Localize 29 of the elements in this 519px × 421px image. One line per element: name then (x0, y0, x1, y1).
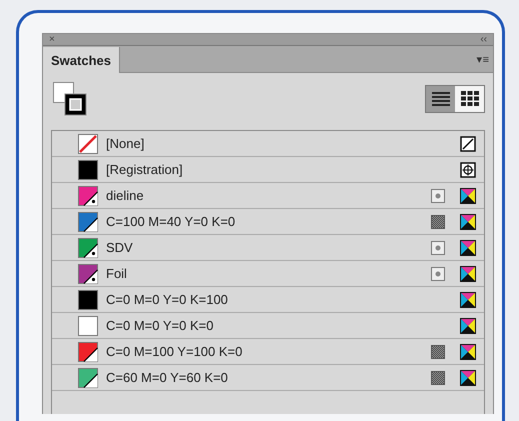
swatch-row[interactable]: C=0 M=0 Y=0 K=0 (52, 313, 484, 339)
swatch-name: Foil (106, 266, 128, 281)
swatch-name: [Registration] (106, 162, 184, 177)
swatch-row[interactable]: [Registration] (52, 157, 484, 183)
swatch-name: C=0 M=100 Y=100 K=0 (106, 344, 244, 359)
swatch-row[interactable]: dieline (52, 183, 484, 209)
swatch-row[interactable]: C=60 M=0 Y=60 K=0 (52, 365, 484, 391)
grid-icon (460, 91, 478, 107)
fill-stroke-icon[interactable] (53, 82, 87, 116)
swatch-name: C=100 M=40 Y=0 K=0 (106, 214, 236, 229)
close-button[interactable]: × (49, 34, 55, 44)
panel-menu-button[interactable]: ▾≡ (472, 52, 493, 66)
swatch-name: C=60 M=0 Y=60 K=0 (106, 370, 229, 385)
swatch-row[interactable]: [None] (52, 131, 484, 157)
list-icon (432, 91, 450, 107)
swatch-name: dieline (106, 188, 145, 203)
list-view-button[interactable] (426, 86, 455, 112)
grid-view-button[interactable] (455, 86, 484, 112)
swatch-row[interactable]: SDV (52, 235, 484, 261)
swatch-name: SDV (106, 240, 134, 255)
swatch-row[interactable]: C=100 M=40 Y=0 K=0 (52, 209, 484, 235)
swatches-tab[interactable]: Swatches (43, 47, 120, 73)
swatch-name: C=0 M=0 Y=0 K=0 (106, 318, 214, 333)
swatch-row[interactable]: C=0 M=100 Y=100 K=0 (52, 339, 484, 365)
collapse-button[interactable]: ‹‹ (480, 34, 487, 44)
swatch-row[interactable]: C=0 M=0 Y=0 K=100 (52, 287, 484, 313)
swatch-name: C=0 M=0 Y=0 K=100 (106, 292, 229, 307)
swatch-row[interactable]: Foil (52, 261, 484, 287)
swatch-name: [None] (106, 136, 146, 151)
